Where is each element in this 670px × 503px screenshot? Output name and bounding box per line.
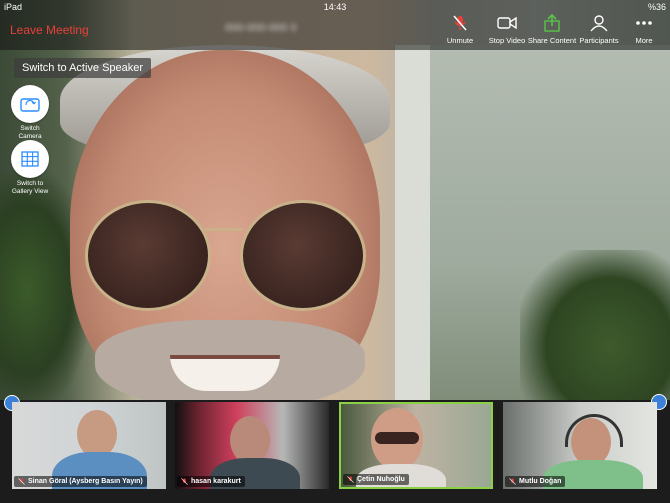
sunglasses-bridge <box>205 228 243 231</box>
participant-name: Sinan Göral (Aysberg Basın Yayın) <box>28 478 143 485</box>
meeting-id: 000-000-000 0 <box>225 22 297 34</box>
participant-name-tag: hasan karakurt <box>177 476 245 487</box>
share-content-label: Share Content <box>527 36 577 45</box>
mic-muted-icon <box>509 478 516 485</box>
gallery-view-label: Switch to Gallery View <box>11 180 49 195</box>
background-window-frame <box>395 45 430 405</box>
gallery-view-button[interactable]: Switch to Gallery View <box>8 140 52 196</box>
more-dots-icon <box>636 21 652 25</box>
stop-video-label: Stop Video <box>488 36 526 45</box>
switch-camera-label: Switch Camera <box>18 125 42 140</box>
sunglasses-lens <box>85 200 211 311</box>
more-button[interactable]: More <box>617 14 670 45</box>
sunglasses-lens <box>240 200 366 311</box>
background-plant <box>520 250 670 410</box>
status-time: 14:43 <box>323 2 347 12</box>
participant-head <box>77 410 117 458</box>
ios-status-bar: iPad 14:43 %36 <box>0 0 670 14</box>
participant-name-tag: Sinan Göral (Aysberg Basın Yayın) <box>14 476 147 487</box>
leave-meeting-button[interactable]: Leave Meeting <box>10 23 89 37</box>
switch-camera-icon <box>20 98 40 112</box>
mic-muted-icon <box>347 476 354 483</box>
battery-percent: %36 <box>647 2 666 12</box>
share-content-button[interactable]: Share Content <box>525 14 579 45</box>
participants-icon <box>590 15 608 32</box>
participant-head <box>230 416 270 464</box>
more-label: More <box>635 36 653 45</box>
participant-name: hasan karakurt <box>191 478 241 485</box>
participant-thumbnail[interactable]: Mutlu Doğan <box>503 402 657 489</box>
switch-camera-button[interactable]: Switch Camera <box>8 85 52 141</box>
unmute-button[interactable]: Unmute <box>433 14 487 45</box>
participant-name-tag: Mutlu Doğan <box>505 476 566 487</box>
gallery-grid-icon <box>21 151 39 167</box>
participant-name: Mutlu Doğan <box>519 478 562 485</box>
participant-sunglasses <box>375 432 419 444</box>
unmute-label: Unmute <box>446 36 474 45</box>
participant-name-tag: Çetin Nuhoğlu <box>343 474 409 485</box>
mic-muted-icon <box>18 478 25 485</box>
participant-thumbnail-active[interactable]: Çetin Nuhoğlu <box>339 402 493 489</box>
participant-thumbnail[interactable]: Sinan Göral (Aysberg Basın Yayın) <box>12 402 166 489</box>
participant-thumbnail[interactable]: hasan karakurt <box>175 402 329 489</box>
mic-muted-icon <box>181 478 188 485</box>
participants-label: Participants <box>579 36 619 45</box>
headphones <box>565 414 623 447</box>
switch-active-speaker-button[interactable]: Switch to Active Speaker <box>14 58 152 78</box>
participant-name: Çetin Nuhoğlu <box>357 476 405 483</box>
video-camera-icon <box>497 16 517 30</box>
share-arrow-icon <box>544 14 560 32</box>
mic-muted-icon <box>453 15 467 31</box>
